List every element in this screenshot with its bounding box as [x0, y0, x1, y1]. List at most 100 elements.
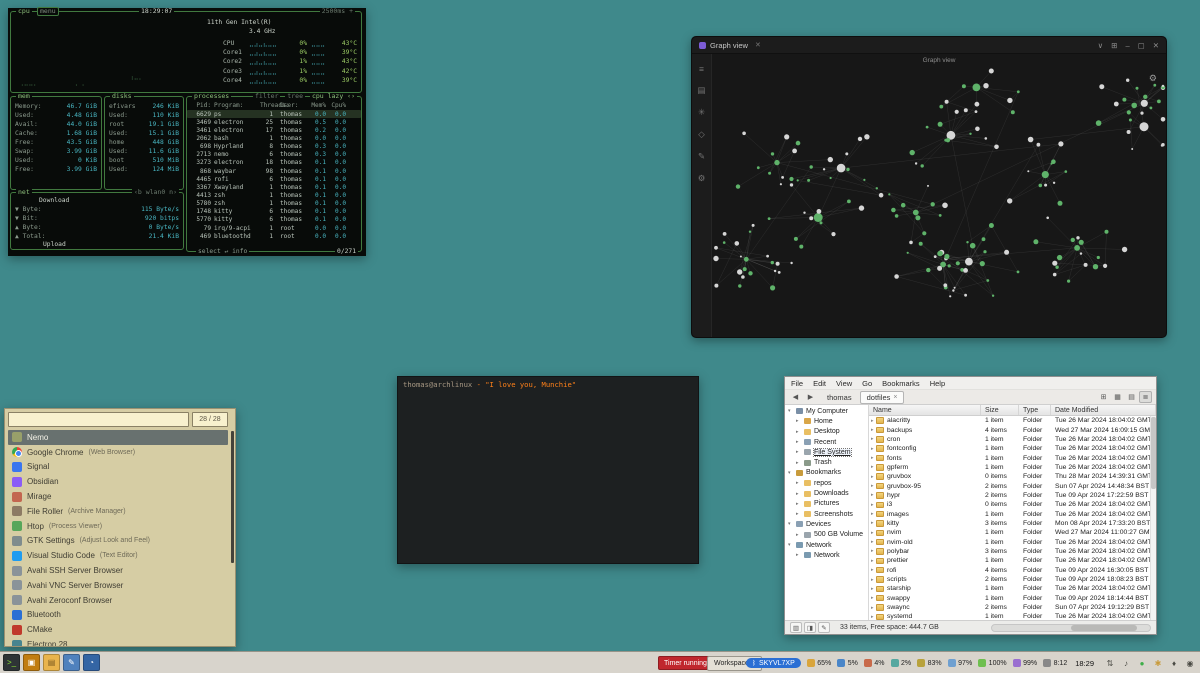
- row-expander-icon[interactable]: ▸: [869, 511, 875, 517]
- browser-launcher-icon[interactable]: ◔: [83, 654, 100, 671]
- btop-menu-button[interactable]: menu: [37, 7, 59, 16]
- sidebar-item-recent[interactable]: ▸Recent: [785, 437, 868, 447]
- file-row[interactable]: ▸images1 itemFolderTue 26 Mar 2024 18:04…: [869, 509, 1156, 518]
- network-indicator[interactable]: 2%: [891, 659, 912, 667]
- horizontal-scrollbar[interactable]: [991, 624, 1151, 632]
- brightness-indicator[interactable]: 65%: [807, 659, 832, 667]
- row-expander-icon[interactable]: ▸: [869, 436, 875, 442]
- row-expander-icon[interactable]: ▸: [869, 464, 875, 470]
- pane-statusbar-button[interactable]: ▥: [790, 622, 802, 633]
- launcher-item-chrome[interactable]: Google Chrome(Web Browser): [8, 445, 228, 460]
- row-expander-icon[interactable]: ▸: [869, 558, 875, 564]
- launcher-item-avahi[interactable]: Avahi Zeroconf Browser: [8, 593, 228, 608]
- process-row[interactable]: 3461electron17thomas0.20.0: [187, 126, 361, 134]
- canvas-ribbon-icon[interactable]: ◇: [698, 129, 705, 140]
- sidebar-item-trash[interactable]: ▸Trash: [785, 457, 868, 467]
- proc-col-header[interactable]: Program:: [214, 102, 260, 109]
- launcher-item-nemo[interactable]: Nemo: [8, 430, 228, 445]
- graph-canvas[interactable]: Graph view ⚙: [712, 54, 1166, 337]
- launcher-item-avahi[interactable]: Avahi SSH Server Browser: [8, 563, 228, 578]
- battery-indicator[interactable]: 100%: [978, 659, 1006, 667]
- file-row[interactable]: ▸cron1 itemFolderTue 26 Mar 2024 18:04:0…: [869, 435, 1156, 444]
- file-row[interactable]: ▸backups4 itemsFolderWed 27 Mar 2024 16:…: [869, 425, 1156, 434]
- file-row[interactable]: ▸polybar3 itemsFolderTue 26 Mar 2024 18:…: [869, 547, 1156, 556]
- sidebar-item-file-system[interactable]: ▸File System: [785, 447, 868, 457]
- maximize-window-icon[interactable]: ▢: [1138, 41, 1145, 50]
- expander-icon[interactable]: ▾: [788, 470, 793, 476]
- timer-running-badge[interactable]: Timer running: [658, 656, 713, 670]
- disk-indicator[interactable]: 83%: [917, 659, 942, 667]
- column-header-date-modified[interactable]: Date Modified: [1051, 405, 1156, 415]
- expander-icon[interactable]: ▸: [796, 449, 801, 455]
- cpu-core-row[interactable]: Core2⣀⣠⣀⣄⣀⣀1%⣀⣀⣀43°C: [223, 57, 361, 66]
- file-row[interactable]: ▸scripts2 itemsFolderTue 09 Apr 2024 18:…: [869, 575, 1156, 584]
- proc-col-header[interactable]: User:: [276, 102, 308, 109]
- launcher-item-signal[interactable]: Signal: [8, 460, 228, 475]
- process-row[interactable]: 2062bash1thomas0.00.0: [187, 134, 361, 142]
- collapse-window-icon[interactable]: ∨: [1098, 41, 1104, 50]
- row-expander-icon[interactable]: ▸: [869, 577, 875, 583]
- processes-sort-selector[interactable]: cpu lazy ‹›: [310, 93, 357, 100]
- expander-icon[interactable]: ▾: [788, 521, 793, 527]
- row-expander-icon[interactable]: ▸: [869, 548, 875, 554]
- file-row[interactable]: ▸starship1 itemFolderTue 26 Mar 2024 18:…: [869, 584, 1156, 593]
- row-expander-icon[interactable]: ▸: [869, 455, 875, 461]
- scale-statusbar-button[interactable]: ◨: [804, 622, 816, 633]
- sidebar-item-pictures[interactable]: ▸Pictures: [785, 499, 868, 509]
- row-expander-icon[interactable]: ▸: [869, 492, 875, 498]
- graph-nodes[interactable]: [712, 67, 1166, 337]
- launcher-item-electron[interactable]: Electron 28: [8, 637, 228, 647]
- process-row[interactable]: 868waybar98thomas0.10.0: [187, 167, 361, 175]
- row-expander-icon[interactable]: ▸: [869, 418, 875, 424]
- launcher-item-htop[interactable]: Htop(Process Viewer): [8, 519, 228, 534]
- expander-icon[interactable]: ▸: [796, 429, 801, 435]
- file-row[interactable]: ▸nvim1 itemFolderWed 27 Mar 2024 11:00:2…: [869, 528, 1156, 537]
- process-row[interactable]: 1748kitty6thomas0.10.0: [187, 208, 361, 216]
- expander-icon[interactable]: ▸: [796, 491, 801, 497]
- file-row[interactable]: ▸fonts1 itemFolderTue 26 Mar 2024 18:04:…: [869, 453, 1156, 462]
- file-row[interactable]: ▸gruvbox-952 itemsFolderSun 07 Apr 2024 …: [869, 481, 1156, 490]
- edit-statusbar-button[interactable]: ✎: [818, 622, 830, 633]
- sidebar-item-home[interactable]: ▸Home: [785, 416, 868, 426]
- icons-view-button[interactable]: ⊞: [1097, 391, 1110, 403]
- sidebar-item-devices[interactable]: ▾Devices: [785, 519, 868, 529]
- sidebar-item-my-computer[interactable]: ▾My Computer: [785, 406, 868, 416]
- sidebar-item-500-gb-volume[interactable]: ▸500 GB Volume: [785, 530, 868, 540]
- row-expander-icon[interactable]: ▸: [869, 605, 875, 611]
- files-ribbon-icon[interactable]: ▤: [697, 85, 705, 96]
- row-expander-icon[interactable]: ▸: [869, 595, 875, 601]
- launcher-item-cmake[interactable]: CMake: [8, 622, 228, 637]
- thumbnails-view-button[interactable]: ▦: [1111, 391, 1124, 403]
- launcher-item-mirage[interactable]: Mirage: [8, 489, 228, 504]
- cpu-core-row[interactable]: Core4⣀⣠⣀⣄⣀⣀0%⣀⣀⣀39°C: [223, 76, 361, 85]
- net-interface[interactable]: ‹b wlan0 n›: [132, 189, 179, 196]
- menu-file[interactable]: File: [791, 379, 803, 388]
- applet-icon[interactable]: ♦: [1168, 659, 1180, 668]
- launcher-item-fileroller[interactable]: File Roller(Archive Manager): [8, 504, 228, 519]
- mic-indicator[interactable]: 4%: [864, 659, 885, 667]
- row-expander-icon[interactable]: ▸: [869, 614, 875, 620]
- launcher-item-obsidian[interactable]: Obsidian: [8, 474, 228, 489]
- row-expander-icon[interactable]: ▸: [869, 483, 875, 489]
- row-expander-icon[interactable]: ▸: [869, 502, 875, 508]
- launcher-item-bluetooth[interactable]: Bluetooth: [8, 608, 228, 623]
- back-button[interactable]: ◀: [789, 391, 802, 403]
- bluetooth-device-badge[interactable]: ᛒSKYVL7XP: [746, 658, 801, 668]
- graph-ribbon-icon[interactable]: ✳: [698, 107, 705, 118]
- processes-filter-button[interactable]: filter: [253, 93, 280, 100]
- menu-go[interactable]: Go: [862, 379, 872, 388]
- process-row[interactable]: 6629ps1thomas0.00.0: [187, 110, 361, 118]
- cpu-indicator[interactable]: 97%: [948, 659, 973, 667]
- sidebar-item-desktop[interactable]: ▸Desktop: [785, 427, 868, 437]
- row-expander-icon[interactable]: ▸: [869, 586, 875, 592]
- file-row[interactable]: ▸fontconfig1 itemFolderTue 26 Mar 2024 1…: [869, 444, 1156, 453]
- memory-indicator[interactable]: 99%: [1013, 659, 1038, 667]
- row-expander-icon[interactable]: ▸: [869, 520, 875, 526]
- proc-col-header[interactable]: Cpu%: [326, 102, 346, 109]
- daily-ribbon-icon[interactable]: ✎: [698, 151, 705, 162]
- process-row[interactable]: 3367Xwayland1thomas0.10.0: [187, 183, 361, 191]
- process-row[interactable]: 2713nemo6thomas0.30.0: [187, 151, 361, 159]
- search-input[interactable]: [8, 412, 189, 427]
- expander-icon[interactable]: ▸: [796, 552, 801, 558]
- file-row[interactable]: ▸swaync2 itemsFolderSun 07 Apr 2024 19:1…: [869, 603, 1156, 612]
